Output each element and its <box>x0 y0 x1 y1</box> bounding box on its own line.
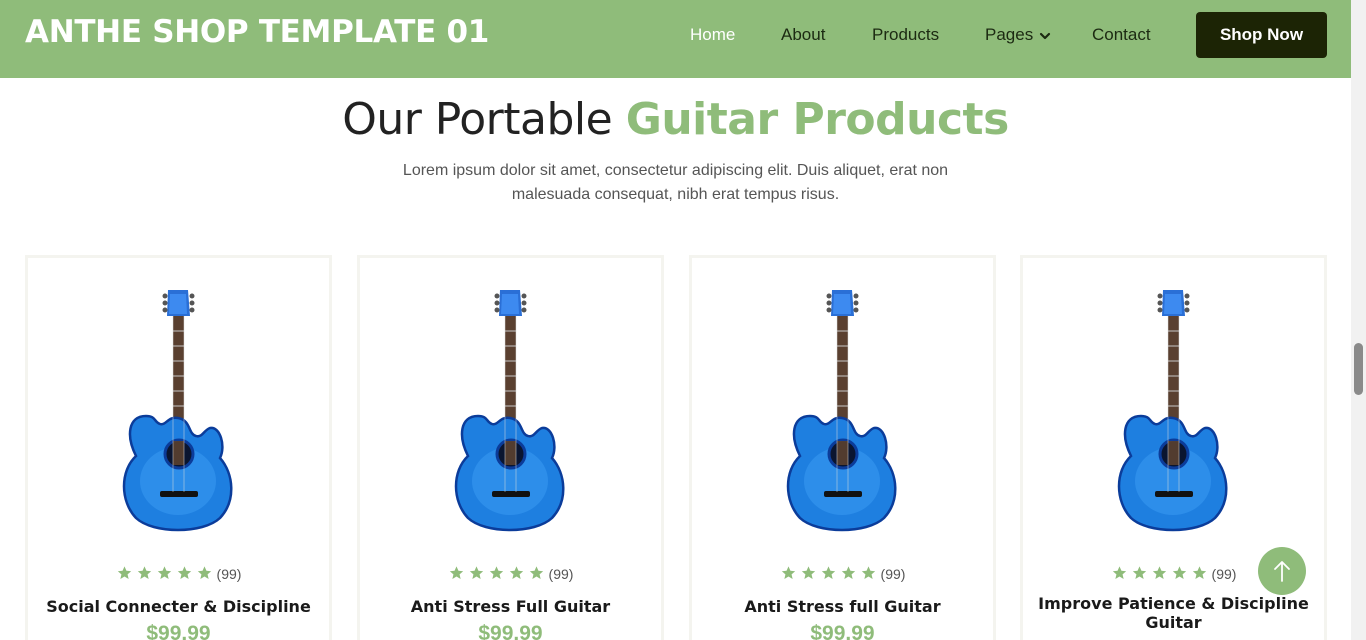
section-description: Lorem ipsum dolor sit amet, consectetur … <box>402 162 949 203</box>
section-heading: Our Portable Guitar Products <box>0 94 1351 146</box>
guitar-image <box>786 290 897 532</box>
star-icon <box>1112 566 1126 579</box>
nav-about[interactable]: About <box>781 24 825 46</box>
product-price: $99.99 <box>478 622 543 640</box>
back-to-top-button[interactable] <box>1258 547 1306 595</box>
product-card[interactable]: (99) Anti Stress full Guitar $99.99 <box>689 255 996 640</box>
star-icon <box>157 566 171 579</box>
star-icon <box>197 566 211 579</box>
heading-light-text: Our Portable <box>342 94 613 145</box>
shop-now-button[interactable]: Shop Now <box>1196 12 1327 58</box>
star-icon <box>781 566 795 579</box>
star-icon <box>469 566 483 579</box>
nav-pages-label: Pages <box>985 25 1034 44</box>
star-icon <box>489 566 503 579</box>
star-icon <box>1132 566 1146 579</box>
product-title[interactable]: Anti Stress Full Guitar <box>370 597 651 616</box>
product-price: $99.99 <box>146 622 211 640</box>
star-icon <box>509 566 523 579</box>
star-icon <box>1152 566 1166 579</box>
star-icon <box>841 566 855 579</box>
review-count: (99) <box>216 566 242 582</box>
page-scrollbar[interactable] <box>1351 0 1366 640</box>
review-count: (99) <box>880 566 906 582</box>
star-icon <box>1192 566 1206 579</box>
product-rating: (99) <box>360 564 661 584</box>
heading-accent-text: Guitar Products <box>625 94 1010 145</box>
scrollbar-thumb[interactable] <box>1354 343 1363 395</box>
star-icon <box>529 566 543 579</box>
chevron-down-icon <box>1040 32 1051 39</box>
product-card[interactable]: (99) Social Connecter & Discipline $99.9… <box>25 255 332 640</box>
review-count: (99) <box>1211 566 1237 582</box>
nav-contact[interactable]: Contact <box>1092 24 1151 46</box>
star-icon <box>821 566 835 579</box>
star-icon <box>801 566 815 579</box>
nav-products[interactable]: Products <box>872 24 939 46</box>
star-icon <box>117 566 131 579</box>
product-rating: (99) <box>28 564 329 584</box>
guitar-image <box>454 290 565 532</box>
guitar-image <box>122 290 233 532</box>
site-header: ANTHE SHOP TEMPLATE 01 Home About Produc… <box>0 0 1351 78</box>
star-icon <box>861 566 875 579</box>
star-icon <box>137 566 151 579</box>
nav-home[interactable]: Home <box>690 24 735 46</box>
star-icon <box>449 566 463 579</box>
product-card[interactable]: (99) Anti Stress Full Guitar $99.99 <box>357 255 664 640</box>
review-count: (99) <box>548 566 574 582</box>
arrow-up-icon <box>1274 561 1290 582</box>
product-rating: (99) <box>692 564 993 584</box>
brand-logo[interactable]: ANTHE SHOP TEMPLATE 01 <box>25 12 489 52</box>
star-icon <box>1172 566 1186 579</box>
nav-pages[interactable]: Pages <box>985 24 1051 46</box>
product-title[interactable]: Social Connecter & Discipline <box>38 597 319 616</box>
product-title[interactable]: Improve Patience & Discipline Guitar <box>1033 594 1314 632</box>
product-title[interactable]: Anti Stress full Guitar <box>702 597 983 616</box>
product-price: $99.99 <box>810 622 875 640</box>
star-icon <box>177 566 191 579</box>
guitar-image <box>1117 290 1228 532</box>
